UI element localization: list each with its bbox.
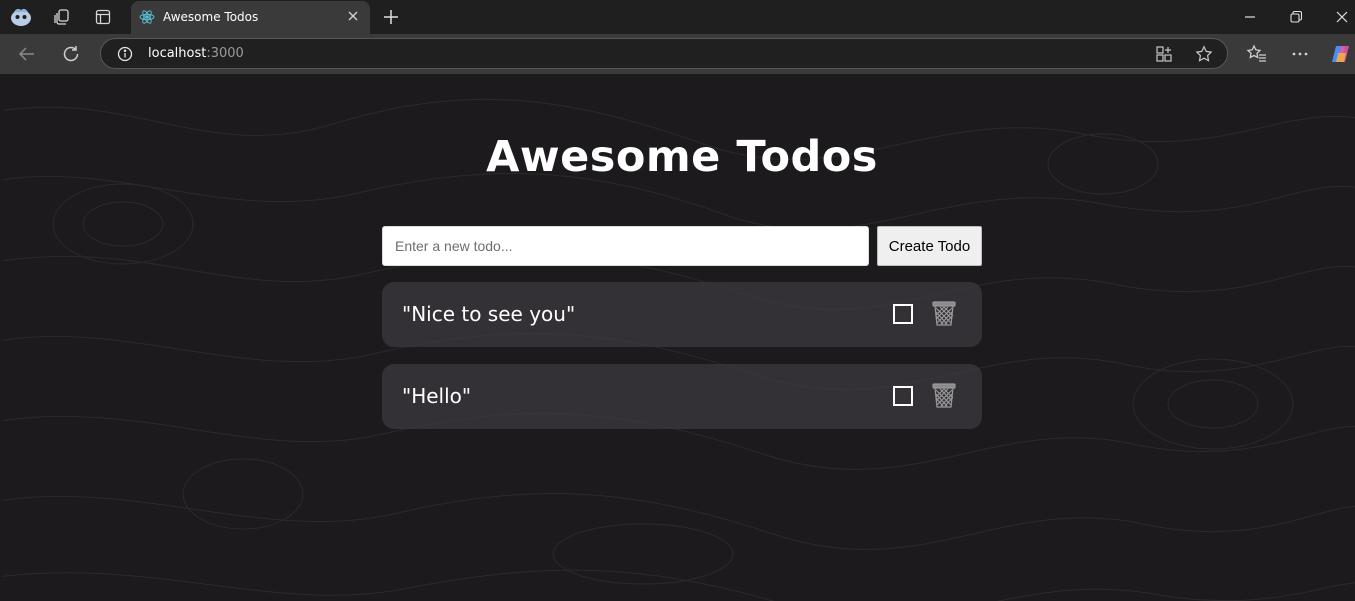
refresh-icon[interactable] <box>60 43 82 65</box>
todo-item: "Hello" <box>382 364 982 429</box>
tab-actions-icon[interactable] <box>91 5 115 29</box>
more-options-icon[interactable] <box>1289 43 1311 65</box>
page-title: Awesome Todos <box>486 132 878 182</box>
profile-avatar-icon[interactable] <box>9 5 33 29</box>
todo-text: "Hello" <box>402 384 472 408</box>
site-info-icon[interactable] <box>117 46 133 62</box>
url-host: localhost <box>148 46 207 61</box>
create-todo-button[interactable]: Create Todo <box>877 226 982 266</box>
app-available-icon[interactable] <box>1155 45 1173 63</box>
trash-icon[interactable] <box>932 382 956 409</box>
tab-strip: Awesome Todos <box>0 0 1355 34</box>
address-bar[interactable]: localhost:3000 <box>100 38 1228 69</box>
page-viewport: Awesome Todos Create Todo "Nice to see y… <box>3 74 1355 601</box>
todo-item: "Nice to see you" <box>382 282 982 347</box>
back-icon[interactable] <box>16 43 38 65</box>
navigation-bar: localhost:3000 <box>0 34 1355 74</box>
url-text: localhost:3000 <box>148 46 244 61</box>
url-port: :3000 <box>206 46 244 61</box>
workspaces-icon[interactable] <box>50 5 74 29</box>
close-tab-icon[interactable] <box>346 9 360 23</box>
new-todo-input[interactable] <box>382 226 869 266</box>
close-window-icon[interactable] <box>1333 8 1351 26</box>
favorite-star-icon[interactable] <box>1195 45 1213 63</box>
todo-complete-checkbox[interactable] <box>893 304 913 324</box>
minimize-icon[interactable] <box>1241 8 1259 26</box>
favorites-icon[interactable] <box>1246 43 1268 65</box>
todo-complete-checkbox[interactable] <box>893 386 913 406</box>
trash-icon[interactable] <box>932 300 956 327</box>
tab-title: Awesome Todos <box>163 10 259 24</box>
todo-text: "Nice to see you" <box>402 302 576 326</box>
restore-icon[interactable] <box>1287 8 1305 26</box>
new-tab-icon[interactable] <box>381 7 401 27</box>
copilot-icon[interactable] <box>1330 43 1352 65</box>
tab-awesome-todos[interactable]: Awesome Todos <box>131 1 370 34</box>
react-icon <box>139 10 155 24</box>
